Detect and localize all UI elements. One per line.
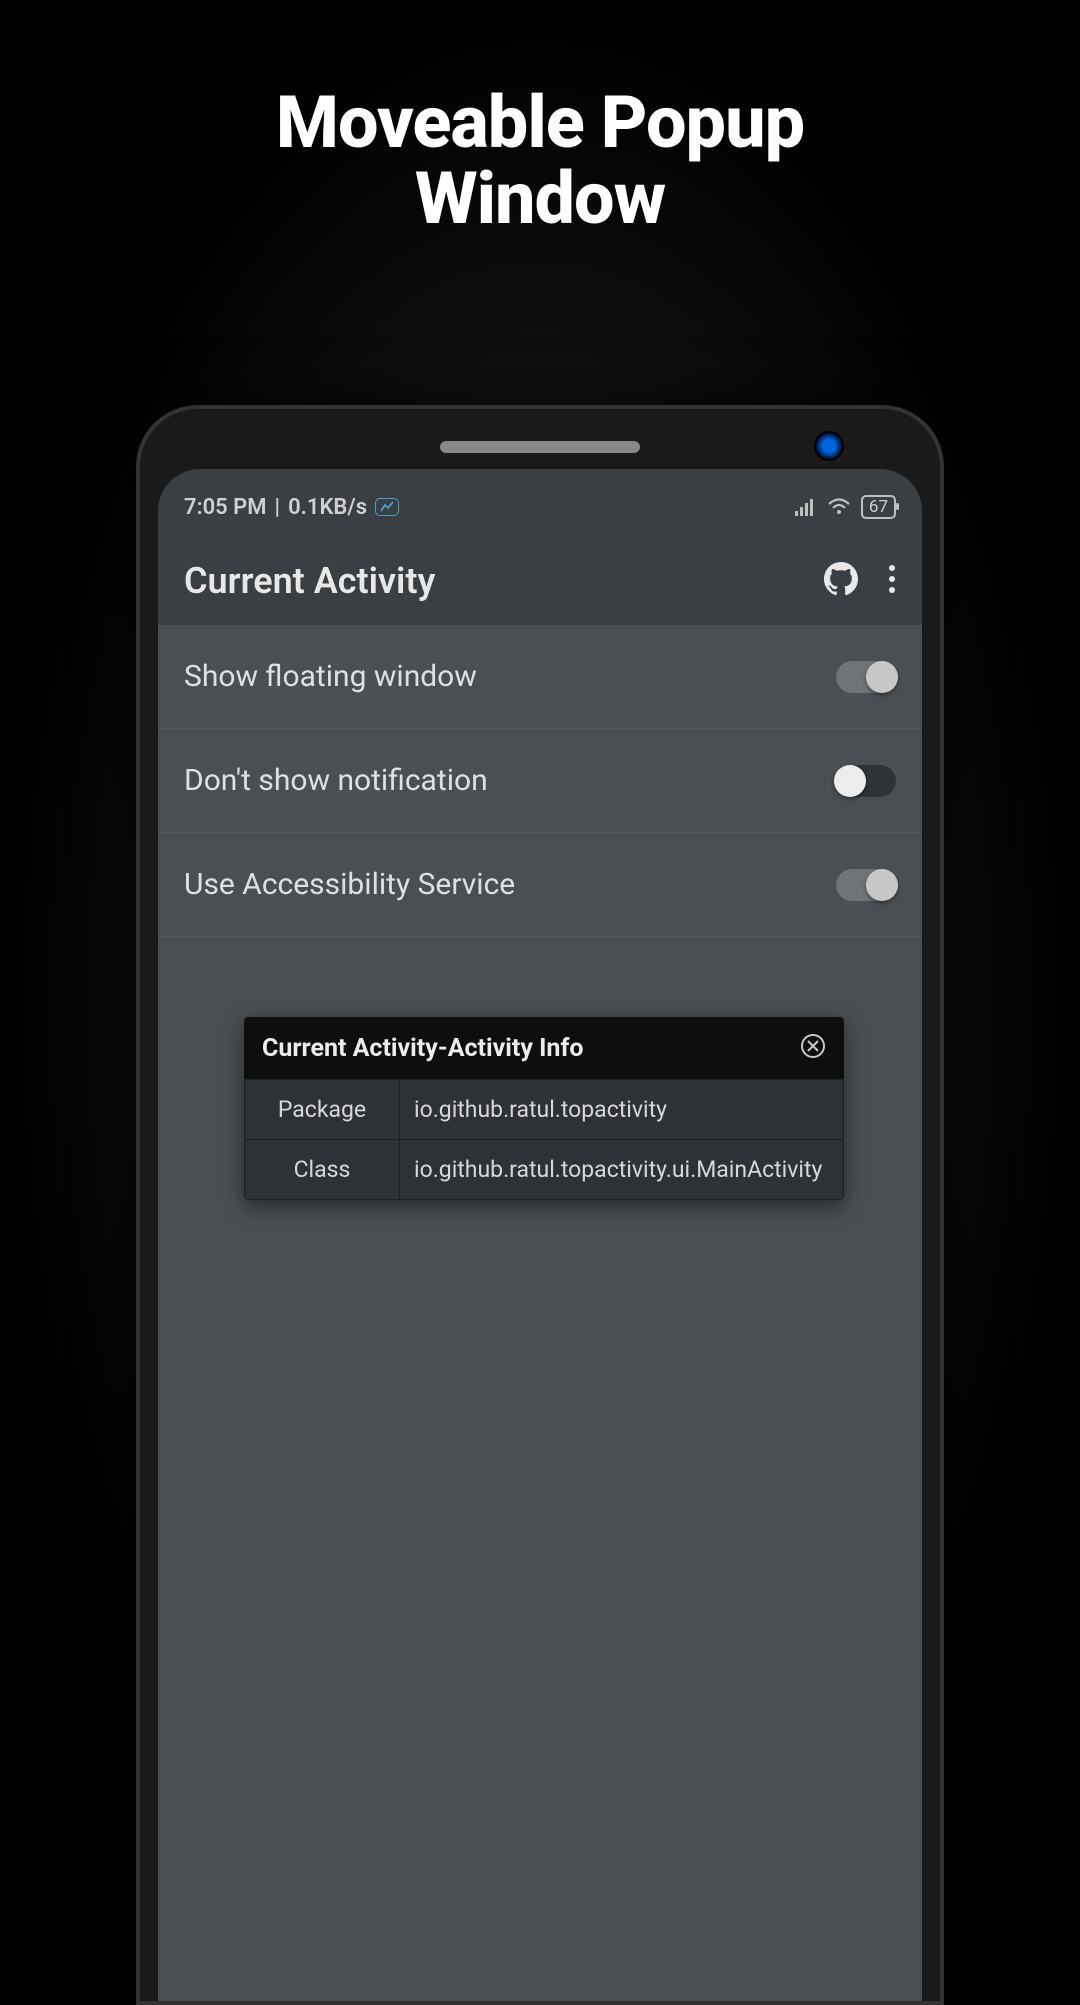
promo-title-line1: Moveable Popup [276, 80, 804, 165]
battery-icon: 67 [861, 495, 896, 519]
promo-title-line2: Window [415, 156, 665, 241]
toggle-dont-show-notification[interactable] [836, 765, 896, 797]
table-row: Package io.github.ratul.topactivity [245, 1080, 844, 1140]
status-time: 7:05 PM [184, 495, 267, 520]
appbar-actions [824, 562, 896, 600]
setting-use-accessibility[interactable]: Use Accessibility Service [158, 833, 922, 937]
popup-table: Package io.github.ratul.topactivity Clas… [244, 1079, 844, 1200]
popup-val-package: io.github.ratul.topactivity [400, 1080, 844, 1140]
appbar-title: Current Activity [184, 560, 435, 602]
setting-dont-show-notification[interactable]: Don't show notification [158, 729, 922, 833]
status-sep: | [275, 495, 281, 520]
statusbar-left: 7:05 PM | 0.1KB/s [184, 495, 399, 520]
popup-key-class: Class [245, 1140, 400, 1200]
promo-title: Moveable Popup Window [0, 85, 1080, 236]
more-vert-icon[interactable] [888, 564, 896, 598]
appbar: Current Activity [158, 537, 922, 625]
toggle-use-accessibility[interactable] [836, 869, 896, 901]
signal-icon [795, 498, 817, 516]
setting-label: Show floating window [184, 659, 477, 694]
settings-list: Show floating window Don't show notifica… [158, 625, 922, 937]
battery-level: 67 [869, 497, 888, 517]
statusbar-right: 67 [795, 495, 896, 519]
setting-show-floating[interactable]: Show floating window [158, 625, 922, 729]
phone-screen: 7:05 PM | 0.1KB/s 67 Current Ac [158, 469, 922, 2001]
setting-label: Don't show notification [184, 763, 488, 798]
toggle-knob [834, 765, 866, 797]
popup-header[interactable]: Current Activity-Activity Info [244, 1017, 844, 1079]
phone-speaker [440, 441, 640, 453]
toggle-show-floating[interactable] [836, 661, 896, 693]
phone-camera [814, 431, 844, 461]
status-speed: 0.1KB/s [288, 495, 367, 520]
table-row: Class io.github.ratul.topactivity.ui.Mai… [245, 1140, 844, 1200]
github-icon[interactable] [824, 562, 858, 600]
floating-popup[interactable]: Current Activity-Activity Info Package i… [244, 1017, 844, 1200]
popup-title: Current Activity-Activity Info [262, 1034, 584, 1063]
statusbar: 7:05 PM | 0.1KB/s 67 [158, 477, 922, 537]
wifi-icon [827, 498, 851, 516]
phone-frame: 7:05 PM | 0.1KB/s 67 Current Ac [136, 405, 944, 2005]
content-area: Current Activity-Activity Info Package i… [158, 937, 922, 2001]
close-icon[interactable] [800, 1033, 826, 1063]
chart-icon [375, 498, 399, 516]
popup-val-class: io.github.ratul.topactivity.ui.MainActiv… [400, 1140, 844, 1200]
popup-key-package: Package [245, 1080, 400, 1140]
toggle-knob [866, 661, 898, 693]
setting-label: Use Accessibility Service [184, 867, 515, 902]
toggle-knob [866, 869, 898, 901]
